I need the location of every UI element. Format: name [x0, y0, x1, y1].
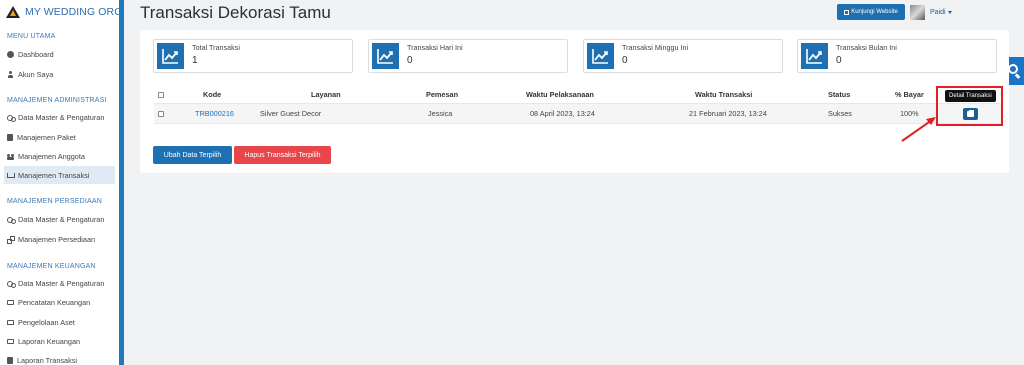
sidebar-item-label: Data Master & Pengaturan	[18, 278, 105, 288]
sidebar-item-label: Manajemen Persediaan	[18, 234, 96, 244]
book-icon	[7, 133, 13, 141]
sidebar-item-pencatatan-keuangan[interactable]: Pencatatan Keuangan	[4, 293, 115, 311]
table-header-row: Kode Layanan Pemesan Waktu Pelaksanaan W…	[154, 86, 1001, 104]
edit-selected-button[interactable]: Ubah Data Terpilih	[153, 146, 232, 164]
sidebar-item-label: Data Master & Pengaturan	[18, 214, 105, 224]
annotation-highlight-box	[936, 86, 1003, 126]
column-header-status[interactable]: Status	[828, 86, 850, 103]
chart-line-icon	[157, 43, 184, 69]
stat-card-today: Transaksi Hari Ini 0	[368, 39, 568, 73]
column-header-waktu-transaksi[interactable]: Waktu Transaksi	[695, 86, 752, 103]
sidebar-item-label: Manajemen Transaksi	[18, 170, 90, 180]
cart-icon	[7, 172, 15, 179]
page-title: Transaksi Dekorasi Tamu	[140, 3, 331, 22]
user-name: Paidi	[930, 8, 946, 16]
sidebar-item-admin-master[interactable]: Data Master & Pengaturan	[4, 108, 115, 126]
sidebar-item-pengelolaan-aset[interactable]: Pengelolaan Aset	[4, 313, 115, 331]
stat-card-total: Total Transaksi 1	[153, 39, 353, 73]
search-icon-handle	[1015, 73, 1021, 79]
cogs-icon	[7, 216, 16, 224]
sidebar-item-akun-saya[interactable]: Akun Saya	[4, 65, 115, 83]
column-header-bayar[interactable]: % Bayar	[895, 86, 924, 103]
external-link-icon	[844, 9, 850, 15]
section-label-keuangan: MANAJEMEN KEUANGAN	[7, 263, 96, 270]
user-menu[interactable]: Paidi	[910, 4, 952, 20]
caret-down-icon	[947, 10, 952, 14]
sidebar-item-manajemen-anggota[interactable]: Manajemen Anggota	[4, 147, 115, 165]
transactions-table: Kode Layanan Pemesan Waktu Pelaksanaan W…	[154, 86, 1001, 124]
stat-title: Transaksi Minggu Ini	[622, 43, 689, 52]
money-icon	[7, 300, 14, 305]
stat-title: Transaksi Hari Ini	[407, 43, 463, 52]
chart-line-icon	[587, 43, 614, 69]
sidebar-item-label: Manajemen Anggota	[18, 151, 85, 161]
sidebar-item-laporan-transaksi[interactable]: Laporan Transaksi	[4, 351, 115, 365]
sidebar-scrollbar[interactable]	[119, 0, 124, 365]
column-header-kode[interactable]: Kode	[203, 86, 221, 103]
section-label-persediaan: MANAJEMEN PERSEDIAAN	[7, 198, 103, 205]
content-panel: Total Transaksi 1 Transaksi Hari Ini 0 T…	[140, 30, 1009, 173]
sidebar-item-manajemen-persediaan[interactable]: Manajemen Persediaan	[4, 230, 115, 248]
stat-title: Total Transaksi	[192, 43, 240, 52]
avatar	[910, 4, 925, 20]
cubes-icon	[7, 235, 15, 244]
book-icon	[7, 356, 13, 364]
sidebar-item-keuangan-master[interactable]: Data Master & Pengaturan	[4, 274, 115, 292]
row-waktu-pelaksanaan: 08 April 2023, 13:24	[530, 109, 595, 118]
dashboard-icon	[7, 50, 14, 58]
sidebar-item-label: Laporan Transaksi	[17, 355, 78, 365]
column-header-waktu-pelaksanaan[interactable]: Waktu Pelaksanaan	[526, 86, 594, 103]
sidebar-item-persediaan-master[interactable]: Data Master & Pengaturan	[4, 210, 115, 228]
chart-line-icon	[801, 43, 828, 69]
visit-website-label: Kunjungi Website	[851, 9, 898, 15]
sidebar-item-manajemen-paket[interactable]: Manajemen Paket	[4, 128, 115, 146]
stat-card-week: Transaksi Minggu Ini 0	[583, 39, 783, 73]
chart-line-icon	[372, 43, 399, 69]
sidebar-item-label: Pencatatan Keuangan	[18, 297, 91, 307]
annotation-arrow	[901, 117, 936, 142]
table-row: TRB000216 Silver Guest Decor Jessica 08 …	[154, 104, 1001, 124]
users-icon	[7, 153, 14, 160]
money-icon	[7, 339, 14, 344]
column-header-pemesan[interactable]: Pemesan	[426, 86, 458, 103]
row-status: Sukses	[828, 109, 852, 118]
stat-value: 1	[192, 55, 198, 66]
cogs-icon	[7, 280, 16, 288]
sidebar-item-label: Data Master & Pengaturan	[18, 112, 105, 122]
sidebar-item-label: Manajemen Paket	[17, 132, 76, 142]
row-waktu-transaksi: 21 Februari 2023, 13:24	[689, 109, 767, 118]
delete-selected-button[interactable]: Hapus Transaksi Terpilih	[234, 146, 331, 164]
building-icon	[7, 320, 14, 325]
section-label-menu-utama: MENU UTAMA	[7, 33, 56, 40]
logo-icon	[6, 6, 20, 18]
brand[interactable]: MY WEDDING ORGAN	[6, 4, 124, 20]
stat-value: 0	[622, 55, 628, 66]
sidebar-item-label: Laporan Keuangan	[18, 336, 81, 346]
brand-name: MY WEDDING ORGAN	[25, 6, 124, 18]
stat-title: Transaksi Bulan Ini	[836, 43, 897, 52]
row-code-link[interactable]: TRB000216	[195, 104, 234, 123]
row-layanan: Silver Guest Decor	[260, 109, 322, 118]
sidebar: MY WEDDING ORGAN MENU UTAMA Dashboard Ak…	[0, 0, 124, 365]
cogs-icon	[7, 114, 16, 122]
row-checkbox[interactable]	[158, 104, 164, 123]
sidebar-item-label: Pengelolaan Aset	[18, 317, 75, 327]
visit-website-button[interactable]: Kunjungi Website	[837, 4, 905, 20]
sidebar-item-manajemen-transaksi[interactable]: Manajemen Transaksi	[4, 166, 115, 184]
stat-value: 0	[836, 55, 842, 66]
stat-value: 0	[407, 55, 413, 66]
sidebar-item-dashboard[interactable]: Dashboard	[4, 45, 115, 63]
select-all-checkbox[interactable]	[158, 86, 164, 103]
row-pemesan: Jessica	[428, 109, 453, 118]
sidebar-item-label: Akun Saya	[18, 69, 54, 79]
stat-card-month: Transaksi Bulan Ini 0	[797, 39, 997, 73]
column-header-layanan[interactable]: Layanan	[311, 86, 341, 103]
sidebar-item-laporan-keuangan[interactable]: Laporan Keuangan	[4, 332, 115, 350]
section-label-administrasi: MANAJEMEN ADMINISTRASI	[7, 97, 107, 104]
user-icon	[7, 70, 14, 78]
sidebar-item-label: Dashboard	[18, 49, 54, 59]
